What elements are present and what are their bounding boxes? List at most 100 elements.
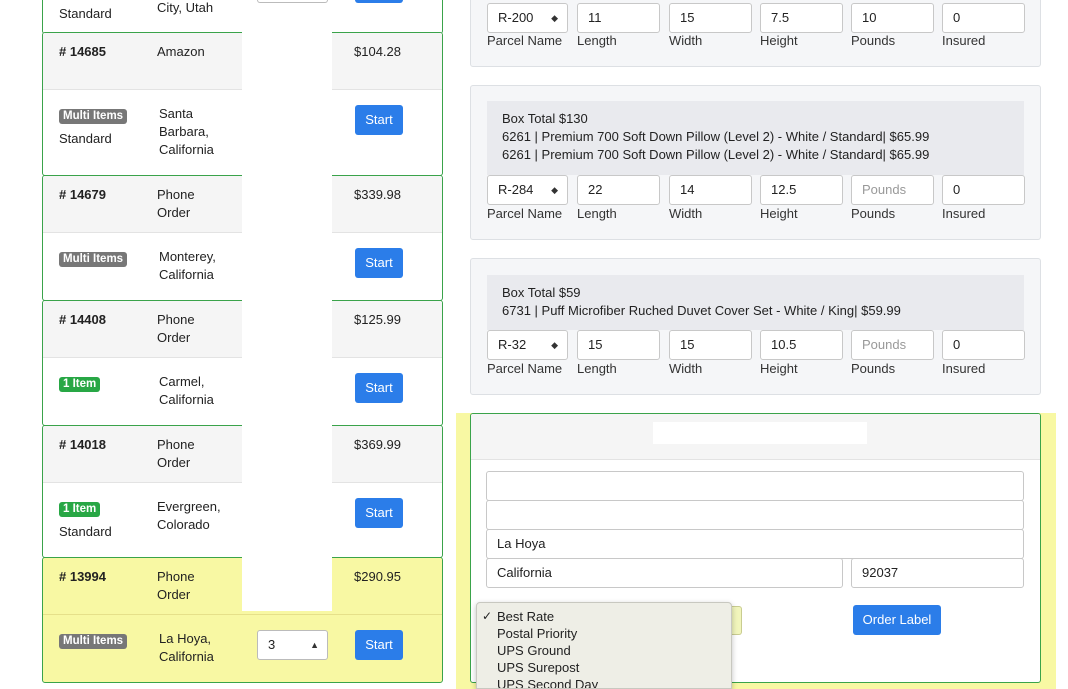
order-number: # 14018 [59,437,106,452]
order-amount: $290.95 [354,569,401,584]
blank-column-overlay [242,0,332,611]
width-input[interactable]: 15 [669,3,752,33]
box-item: 6731 | Puff Microfiber Ruched Duvet Cove… [502,303,901,318]
length-input[interactable]: 22 [577,175,660,205]
items-badge: Multi Items [59,109,128,124]
width-label: Width [669,361,703,376]
insured-input[interactable]: 0 [942,330,1025,360]
order-city: Carmel, California [159,374,214,407]
order-city: City, Utah [157,0,214,15]
insured-input[interactable]: 0 [942,3,1025,33]
length-input[interactable]: 15 [577,330,660,360]
length-label: Length [577,206,617,221]
order-city: La Hoya, California [159,631,214,664]
height-label: Height [760,33,798,48]
shipping-panel-header [471,414,1040,460]
order-label-button[interactable]: Order Label [853,605,941,635]
state-input[interactable]: California [486,558,843,588]
rate-option-ups-second-day[interactable]: UPS Second Day [497,676,598,688]
order-amount: $339.98 [354,187,401,202]
order-source: Phone Order [157,312,195,345]
select-arrows-icon: ▲ [310,640,319,650]
order-number: # 14679 [59,187,106,202]
height-input[interactable]: 12.5 [760,175,843,205]
height-label: Height [760,206,798,221]
items-badge: 1 Item [59,377,101,392]
pounds-label: Pounds [851,33,896,48]
box-panel-2: Box Total $130 6261 | Premium 700 Soft D… [470,85,1041,240]
box-panel-1: R-200 ◆ 11 15 7.5 10 0 Parcel Name Lengt… [470,0,1041,67]
length-label: Length [577,33,617,48]
order-city: Evergreen, Colorado [157,499,221,532]
order-source: Phone Order [157,569,195,602]
order-amount: $104.28 [354,44,401,59]
width-label: Width [669,206,703,221]
start-button[interactable] [355,0,403,3]
box-panel-3: Box Total $59 6731 | Puff Microfiber Ruc… [470,258,1041,395]
rate-option-best-rate[interactable]: Best Rate [497,608,554,625]
start-button[interactable]: Start [355,498,403,528]
order-amount: $125.99 [354,312,401,327]
insured-input[interactable]: 0 [942,175,1025,205]
check-icon: ✓ [482,609,493,623]
start-button[interactable]: Start [355,630,403,660]
width-label: Width [669,33,703,48]
order-number: # 13994 [59,569,106,584]
partial-select-top[interactable] [257,0,328,3]
box-contents: Box Total $130 6261 | Premium 700 Soft D… [487,101,1024,175]
order-number: # 14408 [59,312,106,327]
box-item: 6261 | Premium 700 Soft Down Pillow (Lev… [502,129,930,144]
parcel-label: Parcel Name [487,33,563,48]
box-item: 6261 | Premium 700 Soft Down Pillow (Lev… [502,147,930,162]
width-input[interactable]: 14 [669,175,752,205]
pounds-input[interactable]: Pounds [851,175,934,205]
quantity-select[interactable]: 3 ▲ [257,630,328,660]
pounds-label: Pounds [851,361,896,376]
order-city: Santa Barbara, California [159,106,214,157]
start-button[interactable]: Start [355,105,403,135]
pounds-input[interactable]: Pounds [851,330,934,360]
rate-dropdown-menu[interactable]: ✓ Best Rate Postal Priority UPS Ground U… [476,602,732,689]
length-input[interactable]: 11 [577,3,660,33]
start-button[interactable]: Start [355,373,403,403]
rate-option-ups-ground[interactable]: UPS Ground [497,642,571,659]
parcel-select[interactable]: R-32 ◆ [487,330,568,360]
quantity-value: 3 [268,637,276,652]
parcel-label: Parcel Name [487,206,563,221]
box-total: Box Total $130 [502,111,588,126]
order-shipping-method: Standard [59,131,112,146]
rate-option-ups-surepost[interactable]: UPS Surepost [497,659,579,676]
parcel-value: R-284 [498,182,534,197]
address2-input[interactable] [486,500,1024,530]
city-input[interactable]: La Hoya [486,529,1024,559]
rate-option-postal-priority[interactable]: Postal Priority [497,625,577,642]
order-shipping-method: Standard [59,524,112,539]
insured-label: Insured [942,33,986,48]
order-number: # 14685 [59,44,106,59]
height-input[interactable]: 7.5 [760,3,843,33]
order-source: Phone Order [157,187,195,220]
length-label: Length [577,361,617,376]
address1-input[interactable] [486,471,1024,501]
height-label: Height [760,361,798,376]
parcel-select[interactable]: R-200 ◆ [487,3,568,33]
width-input[interactable]: 15 [669,330,752,360]
items-badge: Multi Items [59,252,128,267]
order-source: Amazon [157,44,205,59]
order-city: Monterey, California [159,249,216,282]
pounds-label: Pounds [851,206,896,221]
box-total: Box Total $59 [502,285,581,300]
pounds-input[interactable]: 10 [851,3,934,33]
start-button[interactable]: Start [355,248,403,278]
parcel-value: R-32 [498,337,527,352]
order-source: Phone Order [157,437,195,470]
insured-label: Insured [942,206,986,221]
height-input[interactable]: 10.5 [760,330,843,360]
parcel-select[interactable]: R-284 ◆ [487,175,568,205]
shipping-title-placeholder [653,422,867,444]
zip-input[interactable]: 92037 [851,558,1024,588]
box-contents: Box Total $59 6731 | Puff Microfiber Ruc… [487,275,1024,330]
insured-label: Insured [942,361,986,376]
order-shipping-method: Standard [59,6,112,21]
items-badge: Multi Items [59,634,128,649]
